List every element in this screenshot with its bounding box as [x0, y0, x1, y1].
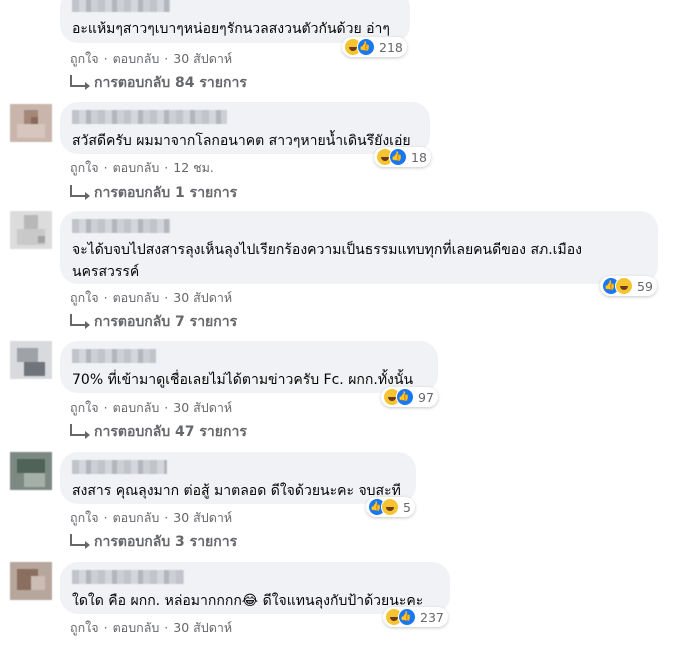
reply-arrow-icon	[70, 75, 90, 90]
commenter-name-blurred[interactable]	[72, 0, 170, 12]
commenter-name-blurred[interactable]	[72, 110, 227, 124]
comment-text: ใดใด คือ ผกก. หล่อมากกกก😂 ดีใจแทนลุงกับป…	[72, 593, 424, 609]
comment-text: 70% ที่เข้ามาดูเชื่อเลยไม่ได้ตามข่าวครับ…	[72, 372, 414, 388]
view-replies-button[interactable]: การตอบกลับ 3 รายการ	[70, 531, 237, 553]
view-replies-button[interactable]: การตอบกลับ 84 รายการ	[70, 72, 247, 94]
reaction-summary[interactable]: 237	[383, 607, 448, 627]
commenter-name-blurred[interactable]	[72, 570, 184, 584]
replies-label: การตอบกลับ 84 รายการ	[94, 75, 247, 91]
reply-button[interactable]: ตอบกลับ	[113, 288, 160, 308]
comment-actions: ถูกใจ · ตอบกลับ · 30 สัปดาห์	[70, 618, 232, 638]
reply-arrow-icon	[70, 314, 90, 329]
comment-bubble: จะได้บจบไปสงสารลุงเห็นลุงไปเรียกร้องความ…	[60, 211, 658, 284]
avatar[interactable]	[10, 211, 52, 249]
reply-arrow-icon	[70, 185, 90, 200]
reaction-summary[interactable]: 5	[366, 497, 415, 517]
replies-label: การตอบกลับ 47 รายการ	[94, 424, 247, 440]
view-replies-button[interactable]: การตอบกลับ 1 รายการ	[70, 182, 237, 204]
comment-text: จะได้บจบไปสงสารลุงเห็นลุงไปเรียกร้องความ…	[72, 242, 582, 280]
like-button[interactable]: ถูกใจ	[70, 49, 99, 69]
reaction-summary[interactable]: 59	[600, 276, 657, 296]
reaction-summary[interactable]: 97	[381, 387, 438, 407]
reaction-count: 237	[420, 609, 444, 625]
timestamp[interactable]: 12 ชม.	[173, 158, 214, 178]
reaction-summary[interactable]: 218	[342, 37, 407, 57]
comment-actions: ถูกใจ · ตอบกลับ · 30 สัปดาห์	[70, 398, 232, 418]
replies-label: การตอบกลับ 7 รายการ	[94, 314, 238, 330]
reaction-count: 97	[418, 389, 434, 405]
like-button[interactable]: ถูกใจ	[70, 618, 99, 638]
timestamp[interactable]: 30 สัปดาห์	[173, 618, 232, 638]
like-icon	[398, 608, 416, 626]
avatar[interactable]	[10, 452, 52, 490]
reaction-count: 218	[379, 39, 403, 55]
commenter-name-blurred[interactable]	[72, 219, 170, 233]
avatar[interactable]	[10, 562, 52, 600]
comment-bubble: สงสาร คุณลุงมาก ต่อสู้ มาตลอด ดีใจด้วยนะ…	[60, 452, 416, 504]
timestamp[interactable]: 30 สัปดาห์	[173, 288, 232, 308]
replies-label: การตอบกลับ 3 รายการ	[94, 534, 238, 550]
reply-arrow-icon	[70, 534, 90, 549]
haha-icon	[381, 498, 399, 516]
like-button[interactable]: ถูกใจ	[70, 288, 99, 308]
like-button[interactable]: ถูกใจ	[70, 398, 99, 418]
commenter-name-blurred[interactable]	[72, 460, 167, 474]
comment-actions: ถูกใจ · ตอบกลับ · 30 สัปดาห์	[70, 49, 232, 69]
reaction-summary[interactable]: 18	[374, 147, 431, 167]
replies-label: การตอบกลับ 1 รายการ	[94, 185, 238, 201]
reply-button[interactable]: ตอบกลับ	[113, 618, 160, 638]
like-icon	[396, 388, 414, 406]
reaction-count: 18	[411, 149, 427, 165]
reply-button[interactable]: ตอบกลับ	[113, 398, 160, 418]
like-icon	[357, 38, 375, 56]
reply-button[interactable]: ตอบกลับ	[113, 49, 160, 69]
avatar[interactable]	[10, 104, 52, 142]
like-button[interactable]: ถูกใจ	[70, 158, 99, 178]
view-replies-button[interactable]: การตอบกลับ 7 รายการ	[70, 311, 237, 333]
avatar[interactable]	[10, 341, 52, 379]
reaction-count: 59	[637, 278, 653, 294]
reply-arrow-icon	[70, 424, 90, 439]
comment-actions: ถูกใจ · ตอบกลับ · 30 สัปดาห์	[70, 508, 232, 528]
like-icon	[389, 148, 407, 166]
comment-actions: ถูกใจ · ตอบกลับ · 30 สัปดาห์	[70, 288, 232, 308]
commenter-name-blurred[interactable]	[72, 349, 156, 363]
comment-text: สวัสดีครับ ผมมาจากโลกอนาคต สาวๆหายน้ำเดิ…	[72, 133, 411, 149]
haha-icon	[615, 277, 633, 295]
comment-text: สงสาร คุณลุงมาก ต่อสู้ มาตลอด ดีใจด้วยนะ…	[72, 483, 401, 499]
reaction-count: 5	[403, 499, 411, 515]
comment-bubble: 70% ที่เข้ามาดูเชื่อเลยไม่ได้ตามข่าวครับ…	[60, 341, 438, 393]
timestamp[interactable]: 30 สัปดาห์	[173, 398, 232, 418]
timestamp[interactable]: 30 สัปดาห์	[173, 508, 232, 528]
reply-button[interactable]: ตอบกลับ	[113, 158, 160, 178]
like-button[interactable]: ถูกใจ	[70, 508, 99, 528]
view-replies-button[interactable]: การตอบกลับ 47 รายการ	[70, 421, 247, 443]
comment-actions: ถูกใจ · ตอบกลับ · 12 ชม.	[70, 158, 214, 178]
timestamp[interactable]: 30 สัปดาห์	[173, 49, 232, 69]
comment-bubble: สวัสดีครับ ผมมาจากโลกอนาคต สาวๆหายน้ำเดิ…	[60, 102, 430, 154]
reply-button[interactable]: ตอบกลับ	[113, 508, 160, 528]
